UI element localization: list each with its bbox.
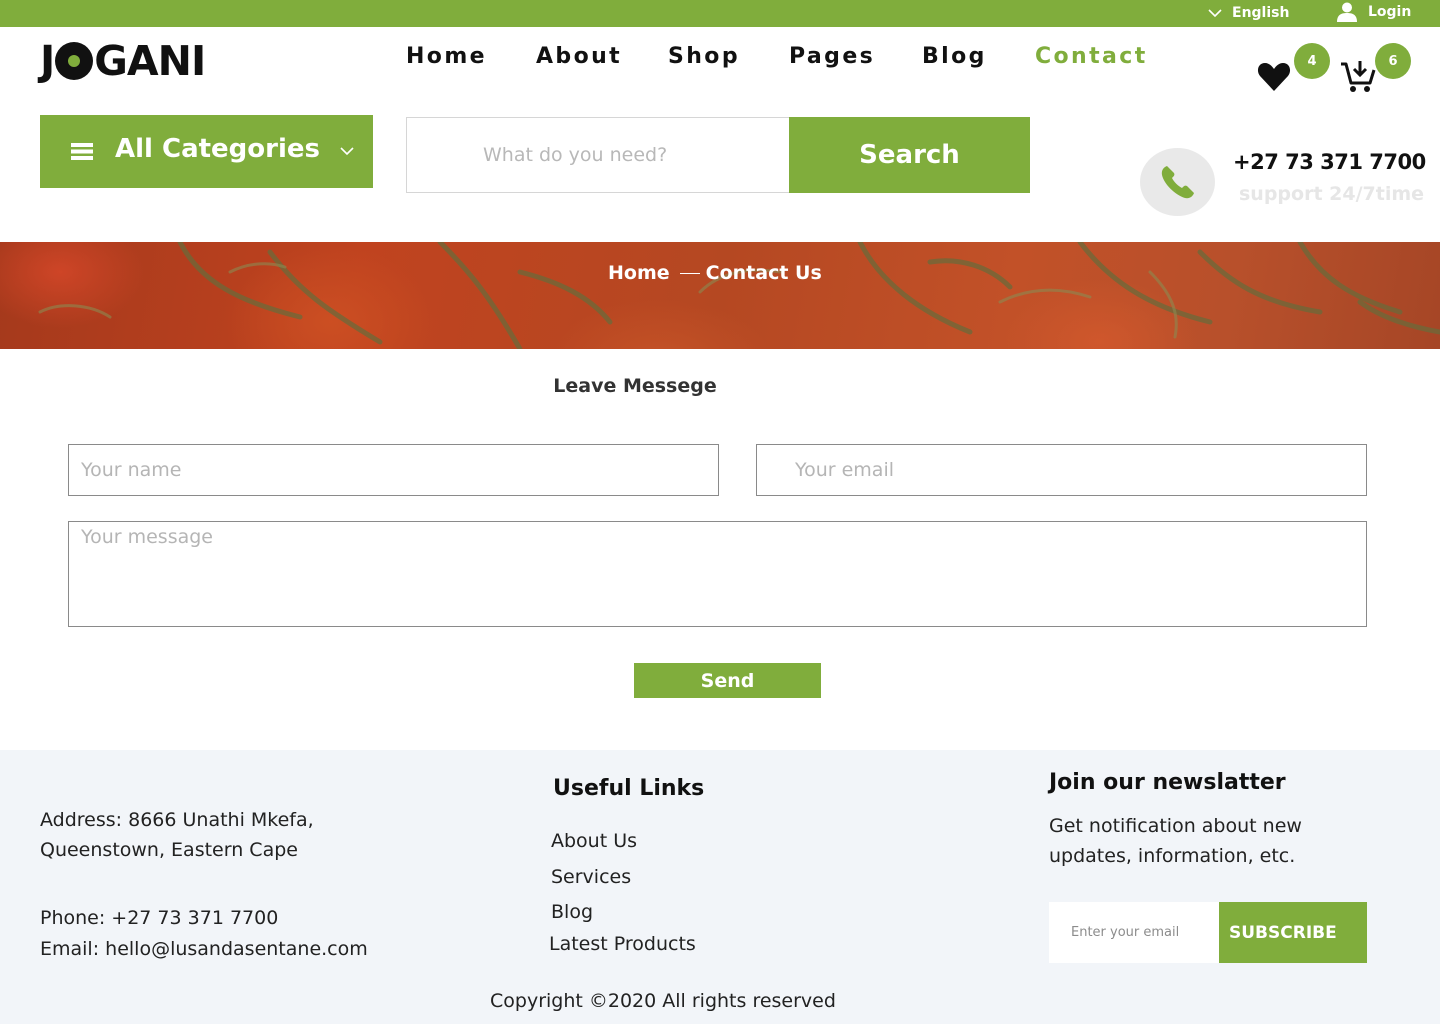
- logo[interactable]: J GANI: [40, 37, 206, 85]
- support-phone: +27 73 371 7700: [1233, 150, 1426, 174]
- heart-icon: [1257, 63, 1291, 91]
- send-button[interactable]: Send: [634, 663, 821, 698]
- footer-email: Email: hello@lusandasentane.com: [40, 938, 368, 960]
- wishlist-button[interactable]: 4: [1256, 43, 1330, 94]
- phone-badge: [1140, 148, 1215, 216]
- name-field[interactable]: [68, 444, 719, 496]
- support-subtitle: support 24/7time: [1239, 183, 1425, 205]
- all-categories-label: All Categories: [115, 134, 321, 164]
- footer-link-about-us[interactable]: About Us: [551, 830, 637, 852]
- nav-home[interactable]: Home: [406, 44, 487, 69]
- breadcrumb: Home Contact Us: [608, 260, 822, 286]
- cart-count-badge: 6: [1375, 43, 1411, 79]
- email-field[interactable]: [756, 444, 1367, 496]
- user-icon: [1337, 2, 1357, 22]
- copyright: Copyright ©2020 All rights reserved: [490, 990, 836, 1012]
- breadcrumb-current: Contact Us: [705, 262, 822, 284]
- language-label: English: [1232, 5, 1290, 21]
- chevron-down-icon: [1208, 8, 1222, 17]
- useful-links-title: Useful Links: [553, 776, 705, 801]
- footer-phone: Phone: +27 73 371 7700: [40, 907, 279, 929]
- nav-about[interactable]: About: [536, 44, 622, 69]
- phone-icon: [1161, 166, 1194, 199]
- cart-icon: [1341, 61, 1376, 92]
- cart-button[interactable]: 6: [1340, 43, 1411, 94]
- language-selector[interactable]: English: [1208, 3, 1289, 23]
- logo-mark: [55, 42, 94, 80]
- message-field[interactable]: [68, 521, 1367, 627]
- chevron-down-icon: [340, 147, 354, 156]
- nav-contact[interactable]: Contact: [1035, 44, 1148, 69]
- breadcrumb-home[interactable]: Home: [608, 262, 670, 284]
- footer-address: Address: 8666 Unathi Mkefa, Queenstown, …: [40, 809, 314, 861]
- newsletter-text: Get notification about new updates, info…: [1049, 815, 1302, 867]
- subscribe-button[interactable]: SUBSCRIBE: [1219, 902, 1367, 963]
- form-title: Leave Messege: [553, 375, 717, 397]
- all-categories-dropdown[interactable]: All Categories: [40, 115, 373, 188]
- top-bar: English Login: [0, 0, 1440, 27]
- login-link[interactable]: Login: [1336, 1, 1411, 23]
- tomato-vine-background: [38, 242, 1440, 349]
- footer-link-blog[interactable]: Blog: [551, 901, 593, 923]
- nav-shop[interactable]: Shop: [668, 44, 740, 69]
- menu-icon: [71, 143, 93, 160]
- nav-pages[interactable]: Pages: [789, 44, 875, 69]
- wishlist-count-badge: 4: [1294, 43, 1330, 79]
- search-button[interactable]: Search: [789, 117, 1030, 193]
- breadcrumb-separator: [679, 272, 700, 274]
- footer-link-latest-products[interactable]: Latest Products: [549, 933, 696, 955]
- nav-blog[interactable]: Blog: [922, 44, 987, 69]
- page-banner: Home Contact Us: [0, 242, 1440, 349]
- newsletter-title: Join our newslatter: [1049, 770, 1286, 795]
- login-label: Login: [1368, 4, 1412, 20]
- footer-link-services[interactable]: Services: [551, 866, 631, 888]
- logo-text-start: J: [40, 37, 55, 85]
- search-input[interactable]: [406, 117, 790, 193]
- newsletter-email-input[interactable]: [1049, 902, 1219, 963]
- logo-text-end: GANI: [94, 37, 206, 85]
